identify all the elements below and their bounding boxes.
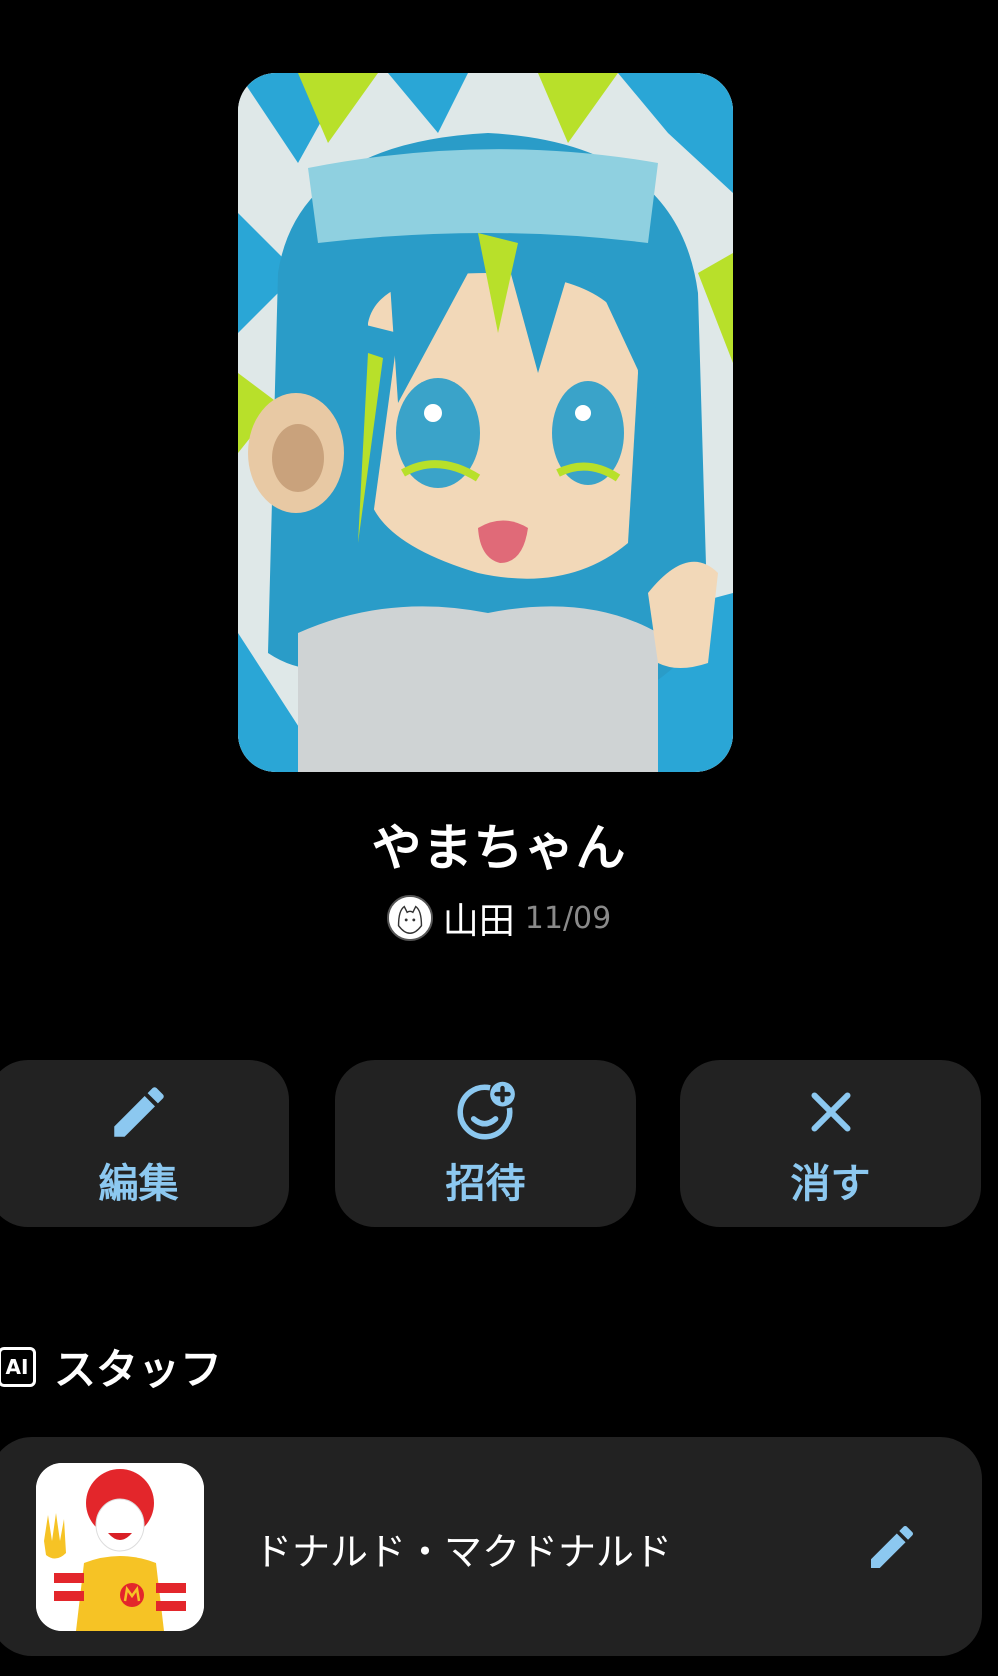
invite-button[interactable]: 招待 (335, 1060, 636, 1227)
pencil-icon (113, 1086, 164, 1137)
author-avatar[interactable] (386, 895, 433, 941)
delete-label: 消す (790, 1160, 871, 1207)
action-buttons: 編集 招待 消す (0, 1060, 998, 1227)
post-date: 11/09 (524, 900, 612, 936)
edit-label: 編集 (98, 1160, 179, 1207)
invite-label: 招待 (445, 1160, 526, 1207)
pencil-icon[interactable] (864, 1519, 920, 1575)
edit-button[interactable]: 編集 (0, 1060, 289, 1227)
ai-badge-icon: AI (0, 1346, 36, 1387)
staff-avatar (36, 1463, 204, 1631)
smiley-plus-icon (456, 1081, 515, 1139)
profile-name: やまちゃん (371, 819, 627, 877)
staff-name: ドナルド・マクドナルド (254, 1530, 673, 1574)
author-name[interactable]: 山田 (443, 892, 515, 944)
staff-section-title: スタッフ (54, 1345, 223, 1394)
staff-card[interactable]: ドナルド・マクドナルド (0, 1437, 982, 1656)
profile-meta: 山田 11/09 (0, 892, 998, 944)
close-icon (810, 1091, 851, 1132)
delete-button[interactable]: 消す (680, 1060, 981, 1227)
staff-section-header: AI スタッフ (0, 1336, 222, 1397)
profile-cover-image[interactable] (238, 73, 733, 772)
